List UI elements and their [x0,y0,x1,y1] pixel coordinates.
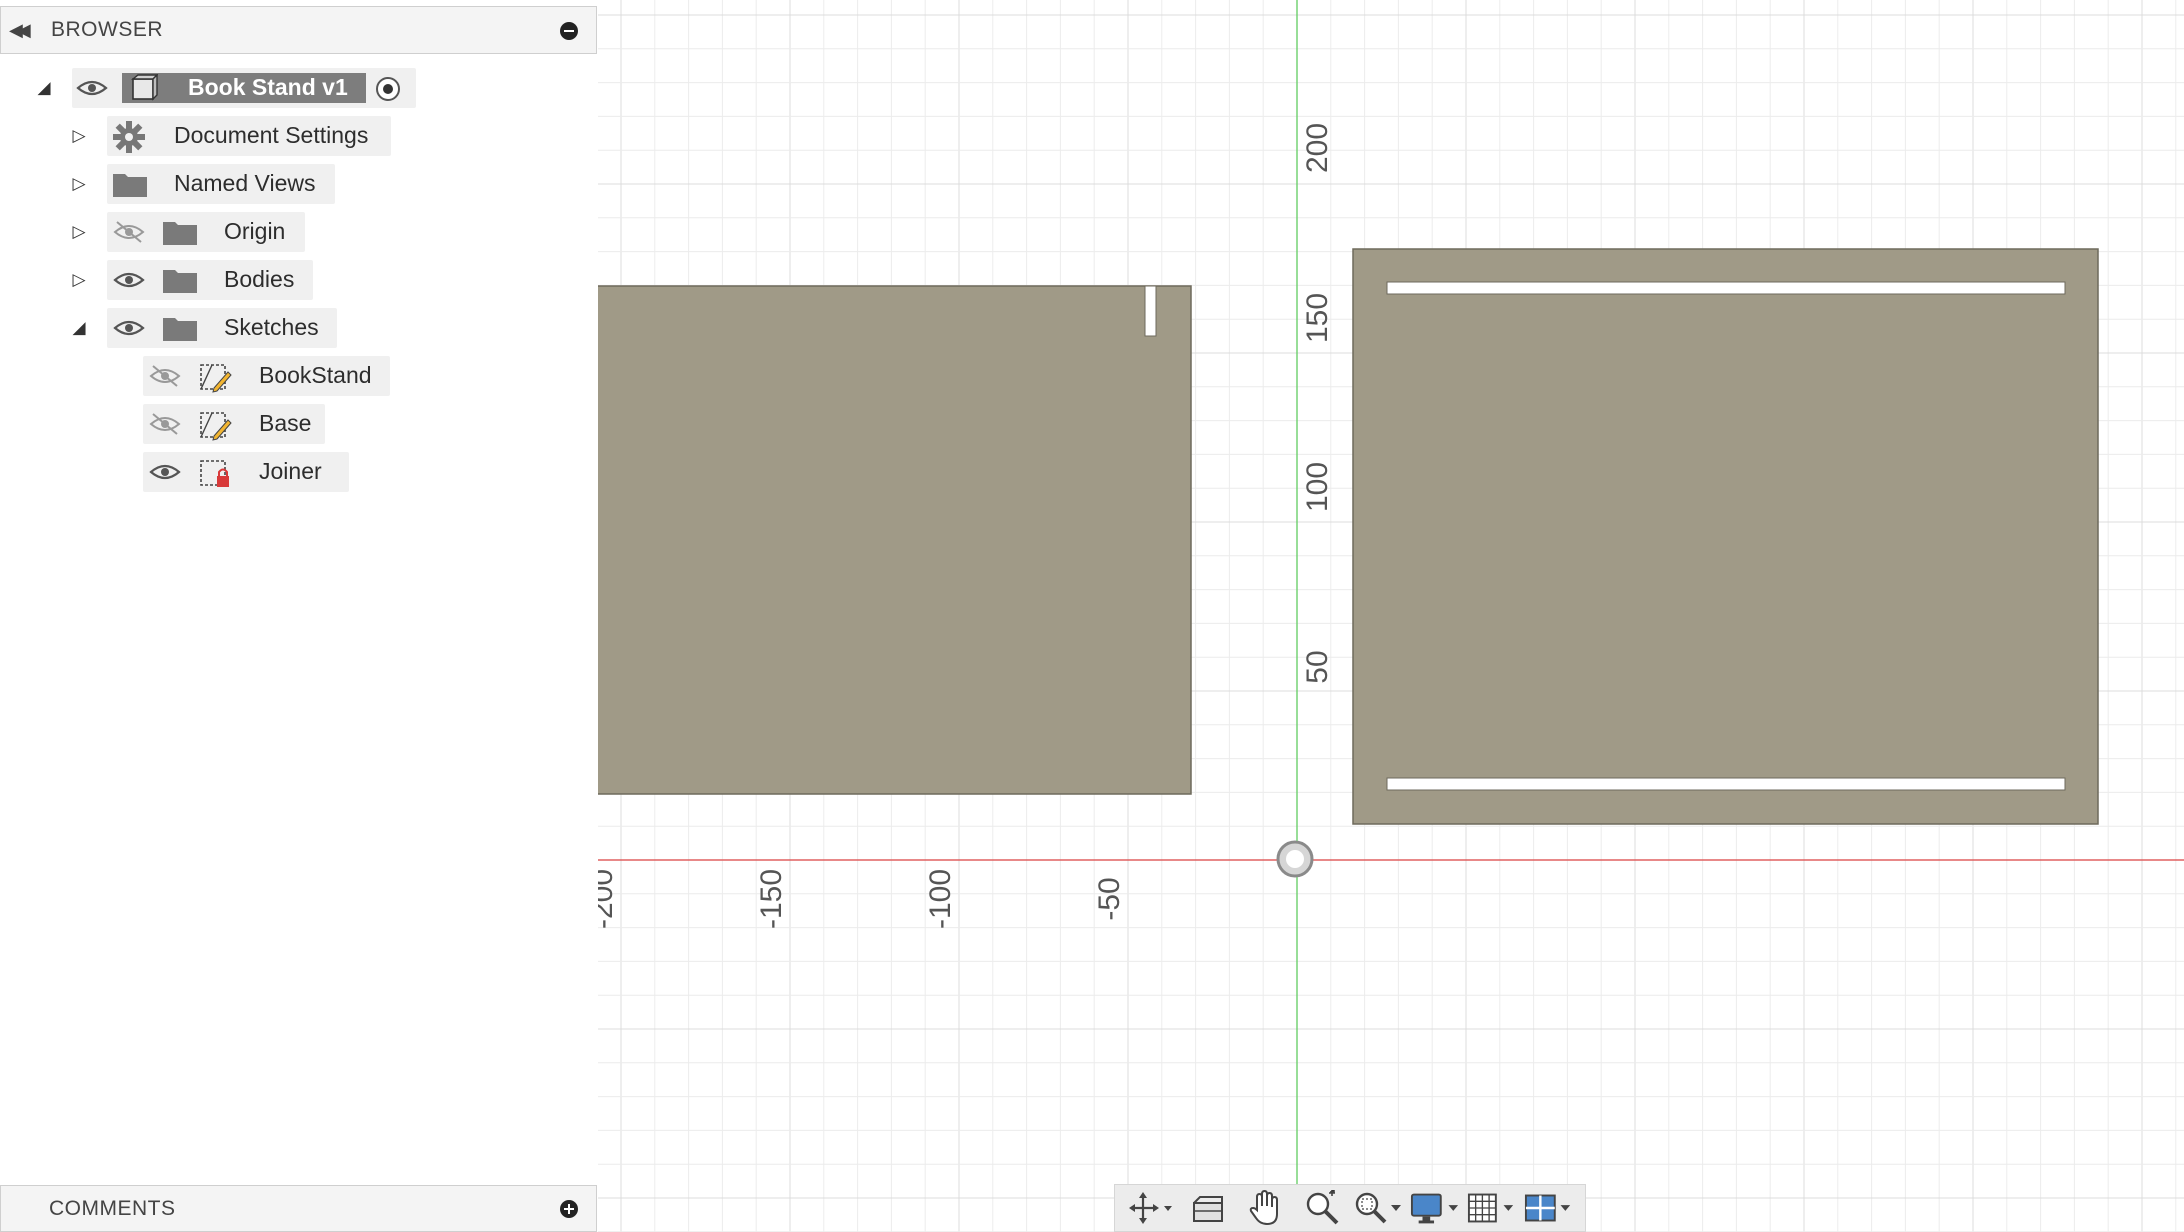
tree-item-document-settings[interactable]: ▷ Document Settings [0,116,420,156]
add-comment-icon[interactable] [560,1200,578,1218]
collapse-triangle-icon[interactable]: ◢ [68,317,90,339]
folder-icon [163,270,197,293]
tree-item-origin[interactable]: ▷ Origin [0,212,420,252]
tree-item-sketches[interactable]: ◢ Sketches [0,308,420,348]
folder-icon [163,222,197,245]
gear-icon [113,121,145,153]
expand-triangle-icon[interactable]: ▷ [68,221,90,243]
sketch-edit-icon [200,412,232,441]
comments-panel[interactable]: COMMENTS [0,1185,597,1232]
activate-radio-icon[interactable] [375,76,401,102]
x-tick-label: -50 [1093,877,1126,920]
y-tick-label: 100 [1301,462,1334,512]
tree-item-label: Sketches [224,314,319,340]
slot-cutout [1144,285,1157,337]
navigation-toolbar [1114,1184,1586,1232]
tree-item-label: Document Settings [174,122,369,148]
root-label: Book Stand v1 [188,74,348,100]
eye-icon[interactable] [112,269,146,291]
y-tick-label: 150 [1301,293,1334,343]
look-at-icon[interactable] [1183,1188,1233,1228]
origin-marker-center [1286,850,1304,868]
grid-icon[interactable] [1467,1188,1517,1228]
y-tick-label: 50 [1301,650,1334,683]
eye-icon[interactable] [75,77,109,99]
x-tick-label: -100 [924,869,957,929]
browser-header: ◀◀ BROWSER [0,6,597,54]
zoom-icon[interactable] [1297,1188,1347,1228]
browser-panel: ◀◀ BROWSER ◢ Book Stand v1 ▷ Document Se… [0,0,598,1232]
viewports-icon[interactable] [1524,1188,1574,1228]
pan-icon[interactable] [1240,1188,1290,1228]
y-tick-label: 200 [1301,123,1334,173]
eye-icon[interactable] [112,317,146,339]
sketch-item-label: BookStand [259,362,372,388]
tree-item-label: Bodies [224,266,295,292]
comments-title: COMMENTS [49,1196,176,1220]
eye-hidden-icon[interactable] [112,221,146,243]
eye-icon[interactable] [148,461,182,483]
sketch-profile-base [1352,248,2099,825]
tree-root[interactable]: ◢ Book Stand v1 [0,68,420,108]
slot-cutout [1386,281,2066,295]
slot-cutout [1386,777,2066,791]
tree-item-named-views[interactable]: ▷ Named Views [0,164,420,204]
orbit-icon[interactable] [1126,1188,1176,1228]
sketch-item-bookstand[interactable]: BookStand [0,356,420,396]
x-tick-label: -150 [755,869,788,929]
collapse-panel-icon[interactable]: ◀◀ [9,20,37,41]
sketch-item-joiner[interactable]: Joiner [0,452,420,492]
component-icon [131,74,158,101]
expand-triangle-icon[interactable]: ▷ [68,173,90,195]
sketch-item-label: Joiner [259,458,322,484]
collapse-triangle-icon[interactable]: ◢ [33,77,55,99]
expand-triangle-icon[interactable]: ▷ [68,269,90,291]
tree-item-label: Origin [224,218,286,244]
fit-icon[interactable] [1353,1188,1403,1228]
sketch-item-label: Base [259,410,312,436]
folder-icon [163,318,197,341]
display-settings-icon[interactable] [1410,1188,1460,1228]
minimize-icon[interactable] [560,22,578,40]
expand-triangle-icon[interactable]: ▷ [68,125,90,147]
sketch-edit-icon [200,364,232,393]
browser-title: BROWSER [51,18,164,41]
sketch-item-base[interactable]: Base [0,404,420,444]
tree-item-bodies[interactable]: ▷ Bodies [0,260,420,300]
sketch-locked-icon [200,460,229,487]
eye-hidden-icon[interactable] [148,365,182,387]
folder-icon [113,174,147,197]
eye-hidden-icon[interactable] [148,413,182,435]
tree-item-label: Named Views [174,170,316,196]
